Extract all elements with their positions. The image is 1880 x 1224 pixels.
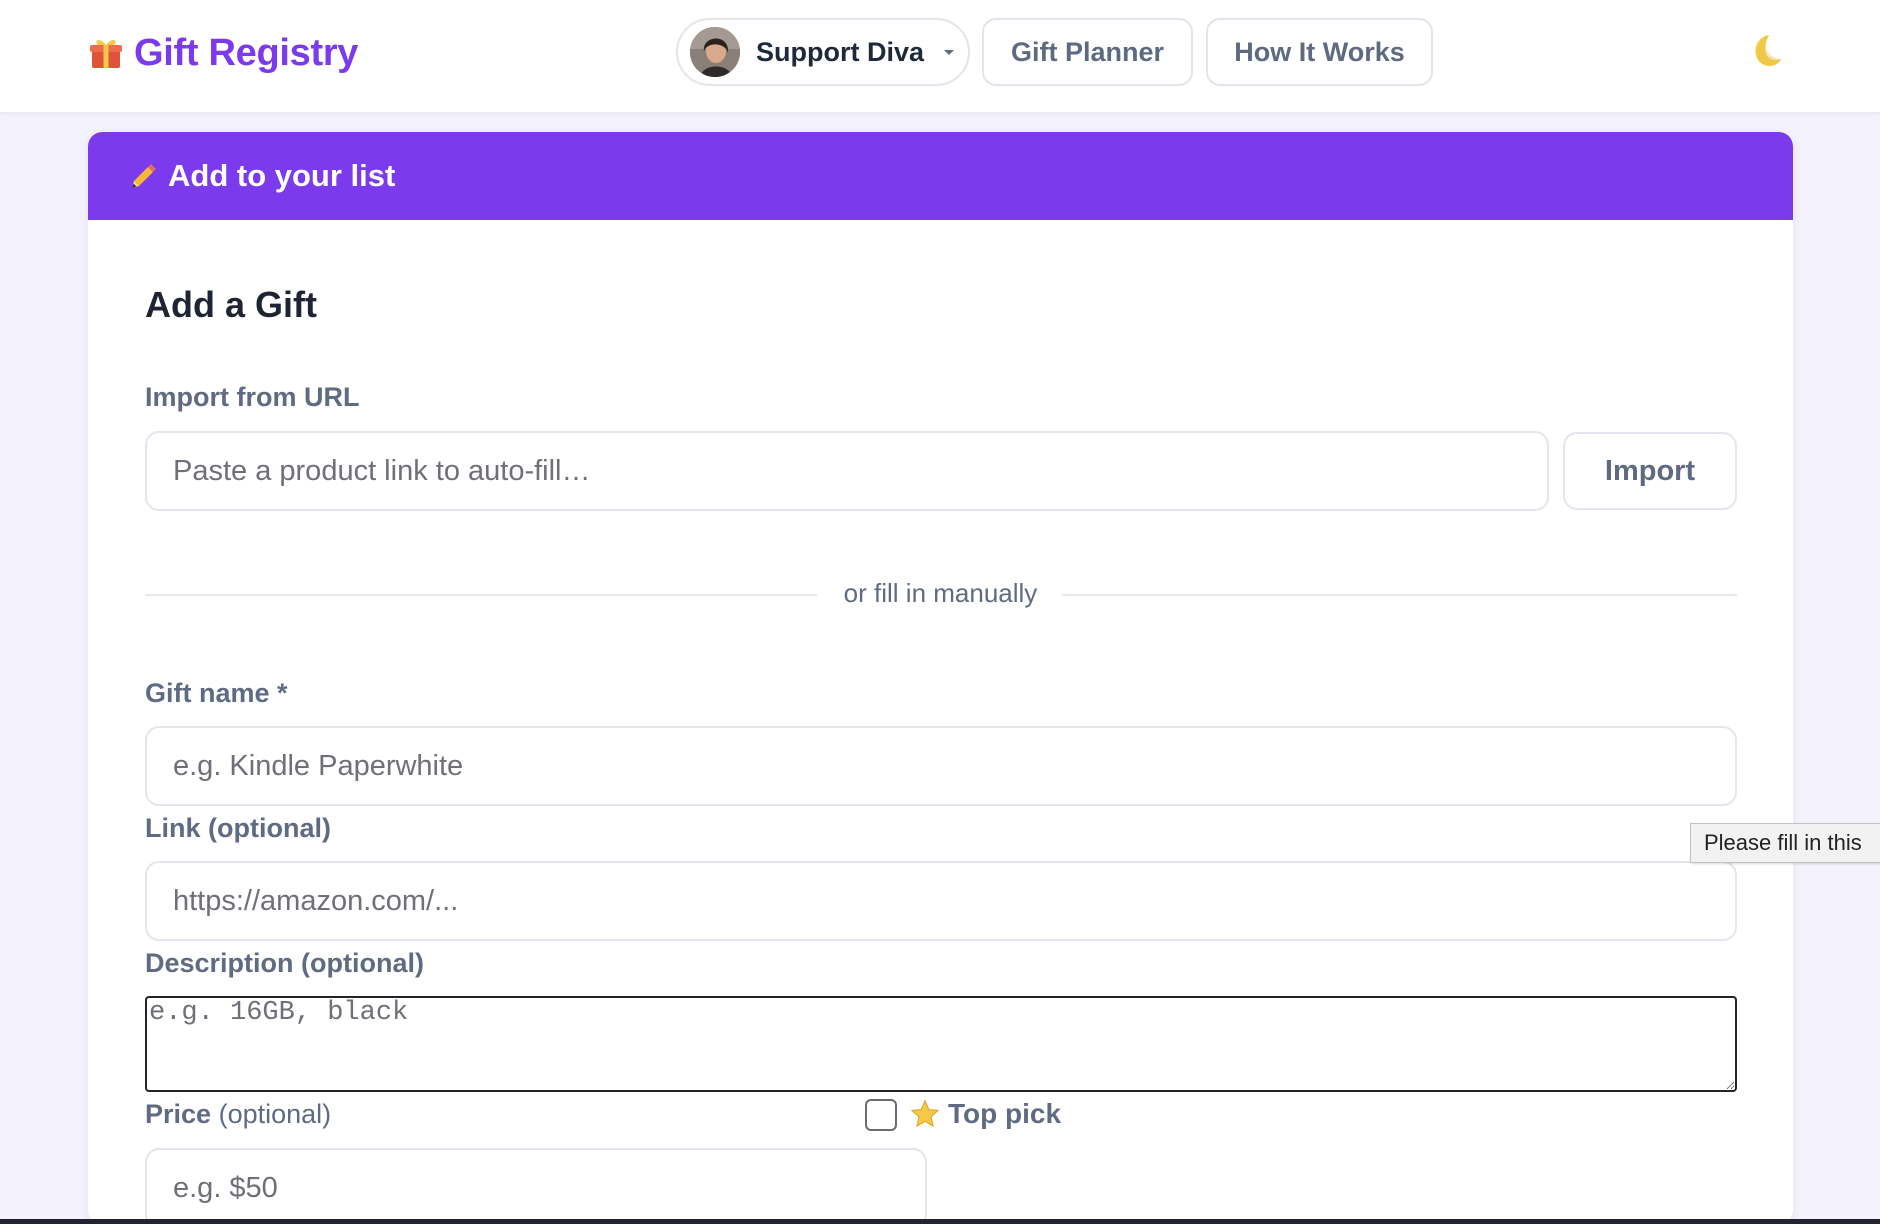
description-label: Description (optional): [145, 948, 424, 978]
description-textarea[interactable]: [145, 996, 1737, 1092]
top-pick-label[interactable]: Top pick: [910, 1094, 1061, 1134]
avatar: [690, 27, 740, 77]
price-label-optional: (optional): [218, 1099, 332, 1129]
nav-gift-planner[interactable]: Gift Planner: [982, 18, 1193, 86]
bottom-edge-bar: [0, 1219, 1880, 1224]
divider-text: or fill in manually: [843, 578, 1038, 608]
import-url-label: Import from URL: [145, 382, 360, 412]
top-pick-text: Top pick: [948, 1098, 1062, 1129]
validation-tooltip: Please fill in this: [1690, 823, 1880, 863]
logo[interactable]: Gift Registry: [88, 28, 358, 78]
nav-how-it-works[interactable]: How It Works: [1206, 18, 1433, 86]
price-label: Price (optional): [145, 1099, 331, 1130]
link-label: Link (optional): [145, 813, 331, 843]
gift-icon: [90, 40, 122, 68]
form-title: Add a Gift: [145, 284, 317, 325]
import-button[interactable]: Import: [1563, 432, 1737, 510]
logo-text: Gift Registry: [134, 31, 359, 74]
gift-name-label: Gift name *: [145, 678, 288, 708]
user-name: Support Diva: [756, 36, 925, 67]
user-menu-button[interactable]: Support Diva: [676, 18, 970, 86]
gift-name-input[interactable]: [145, 726, 1737, 806]
price-input[interactable]: [145, 1148, 927, 1224]
page: Gift Registry Support Diva Gift Planner …: [0, 0, 1880, 1224]
import-url-input[interactable]: [145, 431, 1549, 511]
moon-icon[interactable]: [1743, 31, 1783, 71]
star-icon: [910, 1099, 940, 1128]
top-pick-checkbox[interactable]: [865, 1099, 897, 1131]
add-gift-card: Add to your list Add a Gift Import from …: [88, 132, 1793, 1224]
price-label-text: Price: [145, 1099, 212, 1129]
card-banner: Add to your list: [88, 132, 1793, 220]
link-input[interactable]: [145, 861, 1737, 941]
chevron-down-icon: [944, 50, 955, 55]
banner-title: Add to your list: [168, 158, 396, 193]
top-header: Gift Registry Support Diva Gift Planner …: [0, 0, 1880, 113]
pencil-icon: [132, 164, 156, 188]
